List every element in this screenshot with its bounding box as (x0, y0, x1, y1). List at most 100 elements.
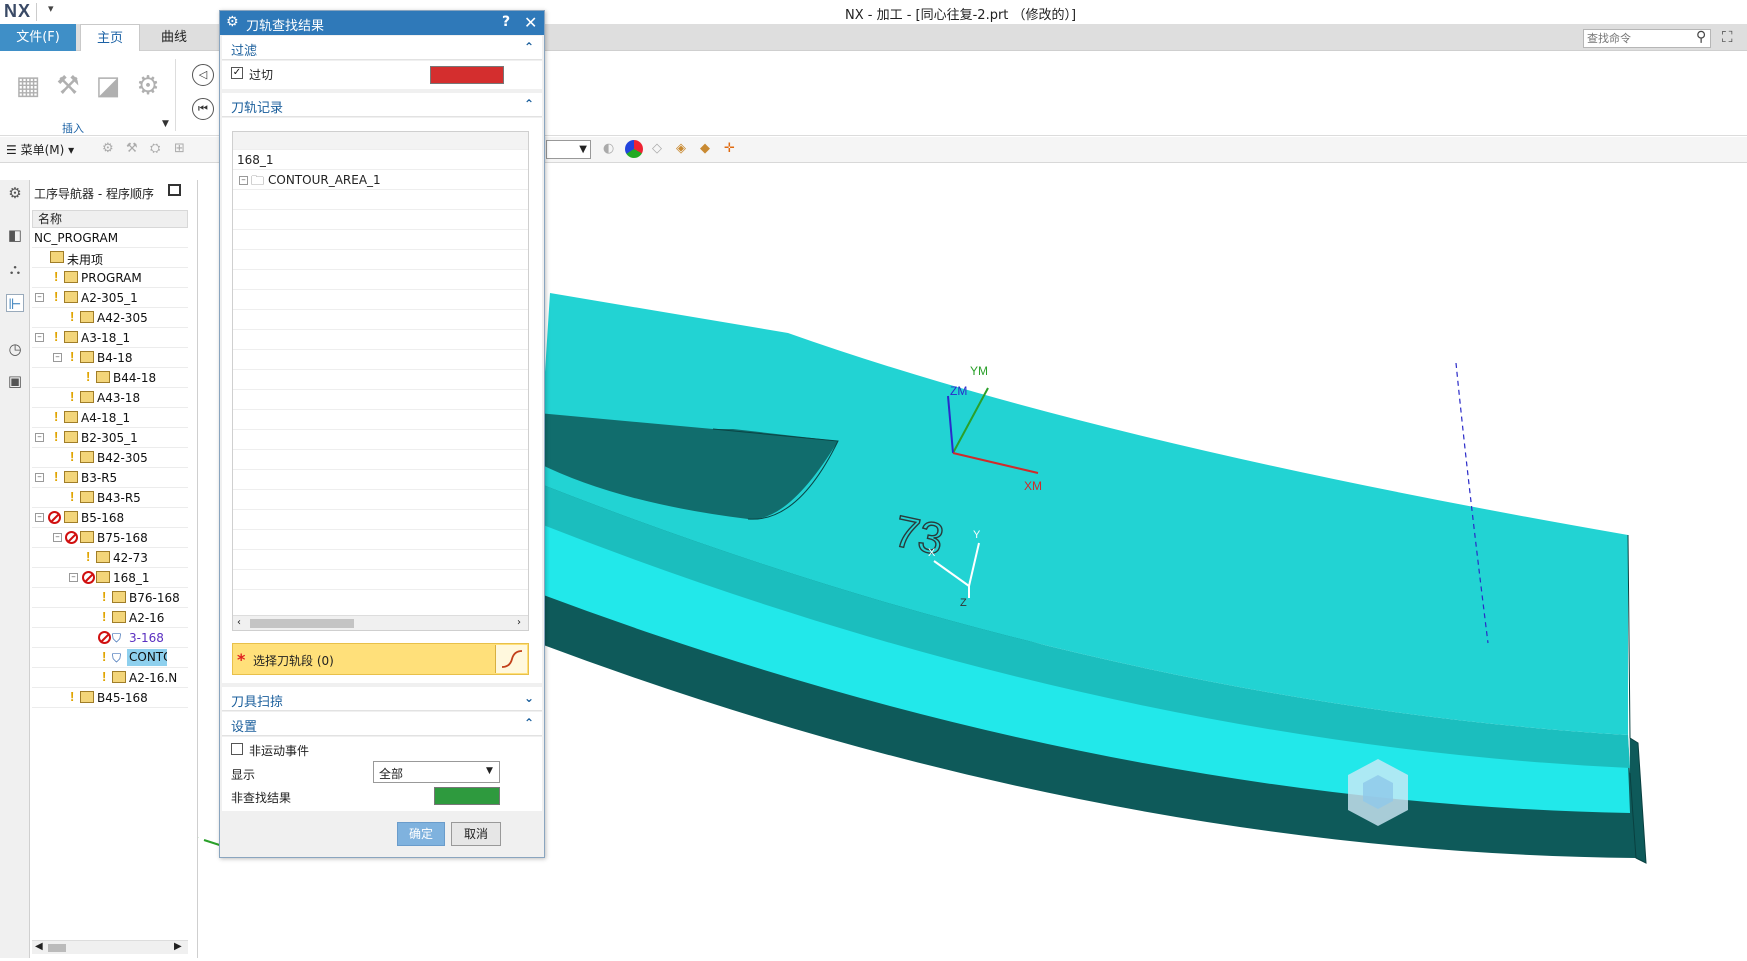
box-icon[interactable]: ◈ (676, 141, 686, 156)
toolbar-icon-4[interactable]: ⊞ (174, 141, 185, 156)
assembly-navigator-icon[interactable]: ◧ (6, 226, 24, 244)
tab-curve[interactable]: 曲线 (150, 24, 198, 51)
box-section-icon[interactable]: ◆ (700, 141, 710, 156)
gouge-color-swatch[interactable] (430, 66, 504, 84)
collapse-icon[interactable]: – (239, 176, 248, 185)
machine-navigator-icon[interactable]: ▣ (6, 372, 24, 390)
gouge-checkbox[interactable]: ✓ (231, 67, 243, 79)
tree-row[interactable]: – ! A3-18_1 (32, 328, 188, 348)
list-item[interactable]: 168_1 (233, 150, 528, 170)
tree-row[interactable]: – 168_1 (32, 568, 188, 588)
tree-row[interactable]: ! A2-16.N (32, 668, 188, 688)
dialog-titlebar[interactable]: ⚙ 刀轨查找结果 ? ✕ (220, 11, 544, 35)
previous-icon[interactable]: ◁ (192, 64, 214, 86)
tree-row[interactable]: – ! B2-305_1 (32, 428, 188, 448)
part-navigator-icon[interactable]: ⛬ (6, 260, 24, 278)
scroll-left-icon[interactable]: ‹ (237, 617, 241, 628)
records-section-header[interactable]: 刀轨记录 ⌃ (222, 93, 542, 117)
tree-row[interactable]: – ! B4-18 (32, 348, 188, 368)
select-toolpath-segment-row[interactable]: * 选择刀轨段 (0) (232, 643, 529, 675)
edit-color-icon[interactable]: ◐ (603, 141, 614, 156)
select-curve-button[interactable] (495, 645, 527, 673)
navigator-horizontal-scrollbar[interactable]: ◀ ▶ (32, 940, 188, 954)
tree-row[interactable]: ! A43-18 (32, 388, 188, 408)
quick-access-dropdown-icon[interactable]: ▾ (48, 2, 54, 15)
collapse-icon[interactable]: – (35, 293, 44, 302)
tree-row-label: B75-168 (97, 531, 148, 545)
display-select[interactable]: 全部 ▼ (373, 761, 500, 783)
color-wheel-icon[interactable] (625, 140, 643, 158)
collapse-icon[interactable]: – (35, 333, 44, 342)
expand-chevron-icon[interactable]: ⌄ (524, 691, 534, 705)
toolbar-icon-2[interactable]: ⚒ (126, 141, 138, 156)
toolpath-record-list[interactable]: 168_1 – 🗀 CONTOUR_AREA_1 ‹ › (232, 131, 529, 631)
toolbar-icon-1[interactable]: ⚙ (102, 141, 114, 156)
non-result-color-swatch[interactable] (434, 787, 500, 805)
history-icon[interactable]: ◷ (6, 340, 24, 358)
selection-filter-dropdown[interactable]: ▼ (546, 140, 591, 159)
tree-row[interactable]: ! B43-R5 (32, 488, 188, 508)
toolbar-icon-3[interactable]: ⛭ (150, 141, 160, 156)
scroll-right-icon[interactable]: ▶ (174, 941, 182, 952)
create-geometry-icon[interactable]: ◪ (92, 71, 124, 103)
operation-navigator-icon[interactable]: ⊩ (6, 294, 24, 313)
insert-expand-icon[interactable]: ▼ (162, 119, 169, 129)
tree-row[interactable]: – B5-168 (32, 508, 188, 528)
create-program-icon[interactable]: ▦ (12, 71, 44, 103)
snap-point-icon[interactable]: ✛ (724, 141, 735, 156)
list-horizontal-scrollbar[interactable]: ‹ › (233, 615, 528, 630)
list-item[interactable]: – 🗀 CONTOUR_AREA_1 (233, 170, 528, 190)
filter-section-header[interactable]: 过滤 ⌃ (222, 36, 542, 60)
fullscreen-icon[interactable]: ⛶ (1722, 28, 1733, 46)
tree-row[interactable]: – B75-168 (32, 528, 188, 548)
maximize-icon[interactable] (168, 184, 181, 196)
non-motion-checkbox[interactable] (231, 743, 243, 755)
collapse-icon[interactable]: – (35, 473, 44, 482)
collapse-icon[interactable]: – (69, 573, 78, 582)
collapse-chevron-icon[interactable]: ⌃ (524, 716, 534, 730)
tab-home[interactable]: 主页 (80, 24, 140, 51)
collapse-chevron-icon[interactable]: ⌃ (524, 40, 534, 54)
collapse-icon[interactable]: – (53, 533, 62, 542)
create-method-icon[interactable]: ⚙ (132, 71, 164, 103)
cancel-button[interactable]: 取消 (451, 822, 501, 846)
help-icon[interactable]: ? (502, 14, 510, 30)
column-header-name[interactable]: 名称 (32, 210, 188, 228)
ok-button[interactable]: 确定 (397, 822, 445, 846)
tool-sweep-section-header[interactable]: 刀具扫掠 ⌄ (222, 687, 542, 711)
first-icon[interactable]: ⏮ (192, 98, 214, 120)
tree-row[interactable]: – ! A2-305_1 (32, 288, 188, 308)
collapse-chevron-icon[interactable]: ⌃ (524, 97, 534, 111)
tree-row[interactable]: 未用项 (32, 248, 188, 268)
scroll-left-icon[interactable]: ◀ (35, 941, 43, 952)
collapse-icon[interactable]: – (53, 353, 62, 362)
tree-row[interactable]: ! PROGRAM (32, 268, 188, 288)
dropdown-arrow-icon: ▼ (486, 766, 493, 776)
tree-row[interactable]: ⛉ 3-168 (32, 628, 188, 648)
scroll-thumb[interactable] (48, 944, 66, 952)
menu-button[interactable]: ☰ 菜单(M) ▾ (6, 141, 74, 158)
command-search-input[interactable] (1583, 29, 1711, 48)
tree-row-selected[interactable]: ! ⛉ CONTOUR (32, 648, 188, 668)
tree-row[interactable]: ! B76-168 (32, 588, 188, 608)
tree-row[interactable]: ! A4-18_1 (32, 408, 188, 428)
tree-row[interactable]: ! B45-168 (32, 688, 188, 708)
tree-row[interactable]: – ! B3-R5 (32, 468, 188, 488)
shaded-icon[interactable]: ◇ (652, 141, 662, 156)
scroll-right-icon[interactable]: › (517, 617, 521, 628)
scroll-thumb[interactable] (250, 619, 354, 628)
file-menu-tab[interactable]: 文件(F) (0, 24, 76, 51)
settings-section-header[interactable]: 设置 ⌃ (222, 712, 542, 736)
tree-row[interactable]: NC_PROGRAM (32, 228, 188, 248)
settings-icon[interactable]: ⚙ (6, 184, 24, 202)
create-tool-icon[interactable]: ⚒ (52, 71, 84, 103)
tree-row[interactable]: ! 42-73 (32, 548, 188, 568)
close-icon[interactable]: ✕ (524, 13, 537, 32)
tree-row[interactable]: ! A42-305 (32, 308, 188, 328)
collapse-icon[interactable]: – (35, 433, 44, 442)
tree-row[interactable]: ! A2-16 (32, 608, 188, 628)
tree-row[interactable]: ! B42-305 (32, 448, 188, 468)
collapse-icon[interactable]: – (35, 513, 44, 522)
search-icon[interactable]: ⚲ (1696, 29, 1706, 45)
tree-row[interactable]: ! B44-18 (32, 368, 188, 388)
